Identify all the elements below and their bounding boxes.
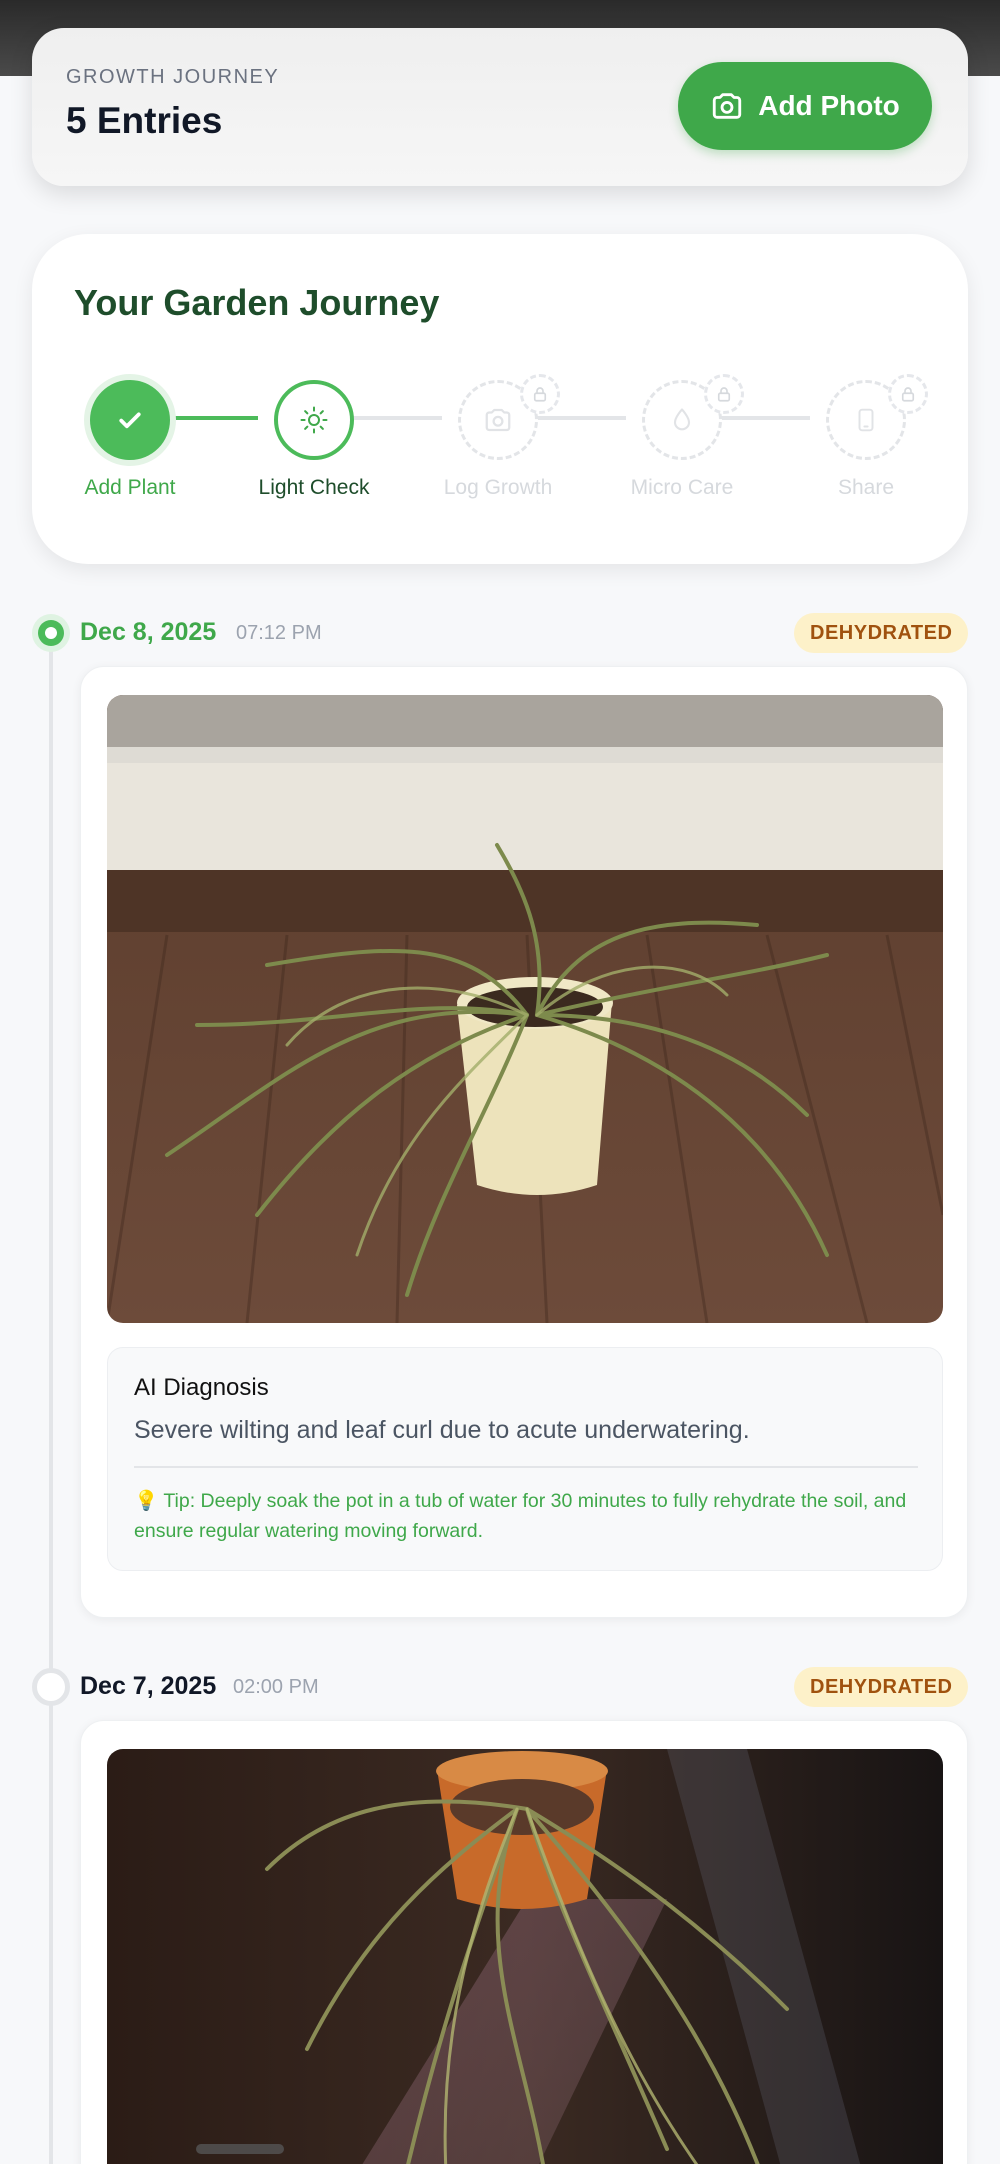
entry-time: 07:12 PM	[236, 622, 322, 644]
lock-badge	[888, 374, 928, 414]
timeline-dot-active	[32, 614, 70, 652]
status-badge: DEHYDRATED	[794, 613, 969, 653]
entry-date: Dec 8, 2025	[80, 618, 217, 646]
lock-badge	[520, 374, 560, 414]
lock-icon	[717, 387, 731, 402]
step-connector	[344, 416, 442, 420]
diagnosis-text: Severe wilting and leaf curl due to acut…	[134, 1416, 750, 1444]
step-label-log-growth: Log Growth	[443, 476, 553, 499]
sun-icon	[300, 406, 328, 434]
step-connector	[712, 416, 810, 420]
journal-entry-card[interactable]: AI Diagnosis Severe wilting and leaf cur…	[80, 666, 968, 1618]
diagnosis-title: AI Diagnosis	[134, 1374, 269, 1401]
growth-journey-header: GROWTH JOURNEY 5 Entries Add Photo	[32, 28, 968, 186]
step-add-plant[interactable]	[90, 380, 170, 460]
ai-diagnosis-panel: AI Diagnosis Severe wilting and leaf cur…	[107, 1347, 943, 1571]
phone-icon	[858, 408, 874, 432]
plant-photo[interactable]	[107, 695, 943, 1323]
step-light-check[interactable]	[274, 380, 354, 460]
entries-count: 5 Entries	[66, 100, 223, 141]
add-photo-label: Add Photo	[758, 90, 900, 121]
step-connector	[160, 416, 258, 420]
timeline-line	[49, 634, 53, 2164]
status-badge: DEHYDRATED	[794, 1667, 969, 1707]
add-photo-button[interactable]: Add Photo	[678, 62, 932, 150]
lock-badge	[704, 374, 744, 414]
step-label-share: Share	[837, 476, 895, 499]
lock-icon	[901, 387, 915, 402]
journal-entry-card[interactable]	[80, 1720, 968, 2164]
droplet-icon	[673, 408, 691, 431]
entry-date: Dec 7, 2025	[80, 1672, 217, 1700]
care-tip: 💡 Tip: Deeply soak the pot in a tub of w…	[134, 1490, 907, 1542]
check-icon	[119, 412, 141, 429]
entry-time: 02:00 PM	[233, 1676, 319, 1698]
timeline-dot	[32, 1668, 70, 1706]
camera-icon	[713, 93, 742, 119]
step-label-light-check: Light Check	[258, 476, 370, 499]
camera-icon	[485, 408, 511, 432]
lock-icon	[533, 387, 547, 402]
header-eyebrow: GROWTH JOURNEY	[66, 66, 280, 88]
divider	[134, 1466, 918, 1468]
wilted-plant-image	[107, 1749, 943, 2164]
home-indicator	[196, 2144, 284, 2154]
wilted-plant-image	[107, 695, 943, 1323]
step-label-micro-care: Micro Care	[630, 476, 734, 499]
journey-title: Your Garden Journey	[74, 282, 440, 323]
step-connector	[528, 416, 626, 420]
garden-journey-card: Your Garden Journey Add Plant Light Chec…	[32, 234, 968, 564]
step-label-add-plant: Add Plant	[84, 476, 176, 499]
plant-photo[interactable]	[107, 1749, 943, 2164]
